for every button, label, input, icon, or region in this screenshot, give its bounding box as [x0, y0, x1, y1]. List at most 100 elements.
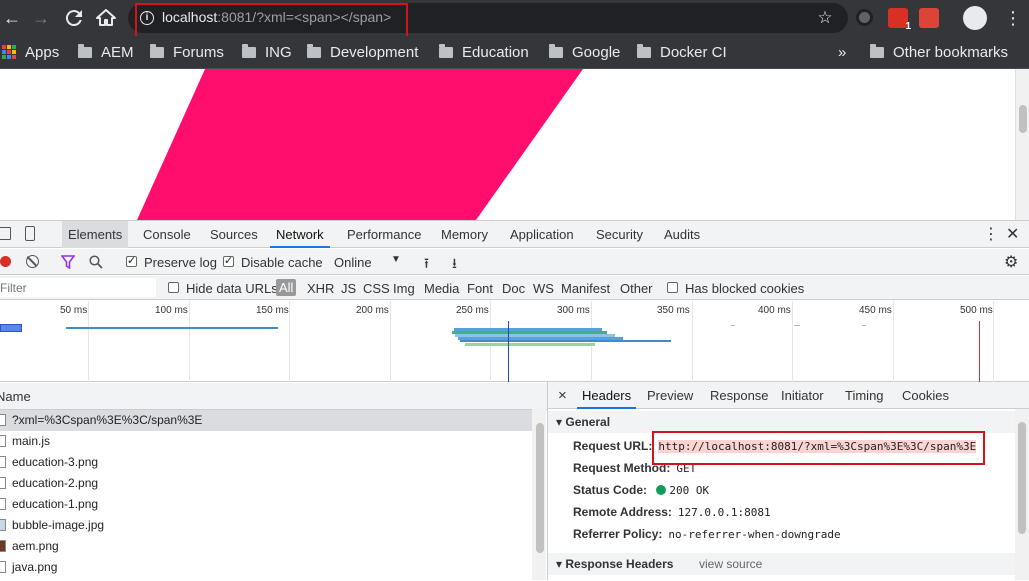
tab-sources[interactable]: Sources	[204, 221, 264, 248]
tab-response[interactable]: Response	[705, 382, 774, 409]
preserve-log-checkbox[interactable]	[126, 254, 137, 267]
table-row[interactable]: main.js	[0, 431, 532, 452]
network-overview-timeline[interactable]: 50 ms 100 ms 150 ms 200 ms 250 ms 300 ms…	[0, 301, 1029, 382]
details-tabbar: × Headers Preview Response Initiator Tim…	[548, 382, 1029, 409]
tab-network[interactable]: Network	[270, 221, 330, 248]
filter-type-ws[interactable]: WS	[533, 281, 554, 296]
home-icon[interactable]	[94, 6, 118, 30]
throttling-select[interactable]: Online	[334, 255, 372, 270]
table-row[interactable]: education-1.png	[0, 494, 532, 515]
filter-type-manifest[interactable]: Manifest	[561, 281, 610, 296]
name-column-header[interactable]: Name	[0, 383, 547, 410]
grid-line	[390, 301, 391, 382]
bookmark-development[interactable]: Development	[307, 41, 418, 63]
bookmark-aem[interactable]: AEM	[78, 41, 134, 63]
filter-icon[interactable]	[61, 255, 75, 269]
image-file-icon	[0, 498, 6, 510]
folder-icon	[307, 43, 321, 58]
tab-audits[interactable]: Audits	[658, 221, 706, 248]
filter-type-media[interactable]: Media	[424, 281, 459, 296]
bookmark-apps[interactable]: Apps	[2, 41, 59, 63]
response-headers-section-header[interactable]: ▾ Response Headers view source	[548, 553, 1015, 575]
tab-performance[interactable]: Performance	[341, 221, 427, 248]
clear-icon[interactable]	[26, 255, 39, 268]
devtools-close-icon[interactable]: ✕	[1000, 221, 1025, 248]
filter-type-doc[interactable]: Doc	[502, 281, 525, 296]
view-source-link[interactable]: view source	[699, 553, 762, 575]
page-scrollbar[interactable]	[1015, 69, 1029, 220]
folder-icon	[549, 43, 563, 58]
back-icon[interactable]: ←	[0, 6, 24, 30]
bookmark-star-icon[interactable]: ☆	[813, 6, 837, 30]
request-list-scrollbar-thumb[interactable]	[536, 423, 544, 553]
filter-type-css[interactable]: CSS	[363, 281, 390, 296]
grid-line	[189, 301, 190, 382]
device-toolbar-icon[interactable]	[25, 226, 35, 241]
general-section-header[interactable]: ▾ General	[548, 411, 1015, 433]
tab-application[interactable]: Application	[504, 221, 580, 248]
table-row[interactable]: aem.png	[0, 536, 532, 557]
has-blocked-cookies-checkbox[interactable]	[667, 282, 678, 293]
folder-icon	[150, 43, 164, 58]
has-blocked-cookies-label: Has blocked cookies	[685, 281, 805, 296]
import-har-icon[interactable]: ⭱	[424, 253, 429, 277]
timeline-tick: 100 ms	[155, 305, 188, 316]
disable-cache-checkbox[interactable]	[223, 254, 234, 267]
tab-security[interactable]: Security	[590, 221, 649, 248]
tab-initiator[interactable]: Initiator	[776, 382, 829, 409]
table-row[interactable]: ?xml=%3Cspan%3E%3C/span%3E	[0, 410, 532, 431]
tab-cookies[interactable]: Cookies	[897, 382, 954, 409]
filter-type-font[interactable]: Font	[467, 281, 493, 296]
filter-type-img[interactable]: Img	[393, 281, 415, 296]
bookmarks-bar: Apps AEM Forums ING Development Educatio…	[0, 36, 1029, 69]
request-list: ?xml=%3Cspan%3E%3C/span%3E main.js educa…	[0, 410, 547, 581]
timeline-tick: 200 ms	[356, 305, 389, 316]
decorative-shape	[137, 69, 583, 220]
tab-console[interactable]: Console	[137, 221, 197, 248]
settings-gear-icon[interactable]: ⚙	[1004, 252, 1018, 272]
filter-type-all[interactable]: All	[276, 279, 297, 296]
tab-timing[interactable]: Timing	[840, 382, 889, 409]
forward-icon[interactable]: →	[29, 6, 53, 30]
page-content	[0, 69, 1029, 220]
image-file-icon	[0, 561, 6, 573]
timeline-tick: 250 ms	[456, 305, 489, 316]
filter-type-js[interactable]: JS	[341, 281, 356, 296]
close-details-icon[interactable]: ×	[553, 382, 572, 409]
export-har-icon[interactable]: ⭳	[452, 253, 457, 277]
bookmark-ing[interactable]: ING	[242, 41, 292, 63]
extension-record-icon[interactable]	[856, 9, 873, 26]
reload-icon[interactable]	[62, 6, 86, 30]
record-icon[interactable]	[0, 256, 11, 267]
filter-type-xhr[interactable]: XHR	[307, 281, 334, 296]
extension-badge-icon[interactable]: 1	[888, 8, 911, 32]
profile-avatar[interactable]	[963, 6, 987, 30]
hide-data-urls-checkbox[interactable]	[168, 282, 179, 293]
table-row[interactable]: education-3.png	[0, 452, 532, 473]
image-file-icon	[0, 477, 6, 489]
table-row[interactable]: education-2.png	[0, 473, 532, 494]
tab-memory[interactable]: Memory	[435, 221, 494, 248]
todoist-extension-icon[interactable]	[919, 8, 939, 28]
tab-headers[interactable]: Headers	[577, 382, 637, 409]
bookmark-other[interactable]: Other bookmarks	[870, 41, 1008, 63]
chevron-down-icon[interactable]: ▼	[391, 254, 401, 265]
table-row[interactable]: java.png	[0, 557, 532, 578]
bookmark-education[interactable]: Education	[439, 41, 529, 63]
search-icon[interactable]	[89, 255, 103, 269]
tab-elements[interactable]: Elements	[62, 221, 129, 248]
bookmark-docker-ci[interactable]: Docker CI	[637, 41, 727, 63]
bookmark-google[interactable]: Google	[549, 41, 620, 63]
inspect-element-icon[interactable]	[0, 227, 11, 240]
timeline-tick: 350 ms	[657, 305, 690, 316]
document-icon	[0, 414, 6, 426]
filter-input[interactable]	[0, 278, 156, 297]
tab-preview[interactable]: Preview	[642, 382, 698, 409]
menu-dots-icon[interactable]: ⋮	[1001, 6, 1025, 30]
table-row[interactable]: bubble-image.jpg	[0, 515, 532, 536]
bookmark-forums[interactable]: Forums	[150, 41, 224, 63]
page-scrollbar-thumb[interactable]	[1019, 105, 1027, 133]
details-scrollbar-thumb[interactable]	[1018, 422, 1026, 534]
bookmarks-overflow-button[interactable]: »	[838, 41, 846, 63]
filter-type-other[interactable]: Other	[620, 281, 653, 296]
